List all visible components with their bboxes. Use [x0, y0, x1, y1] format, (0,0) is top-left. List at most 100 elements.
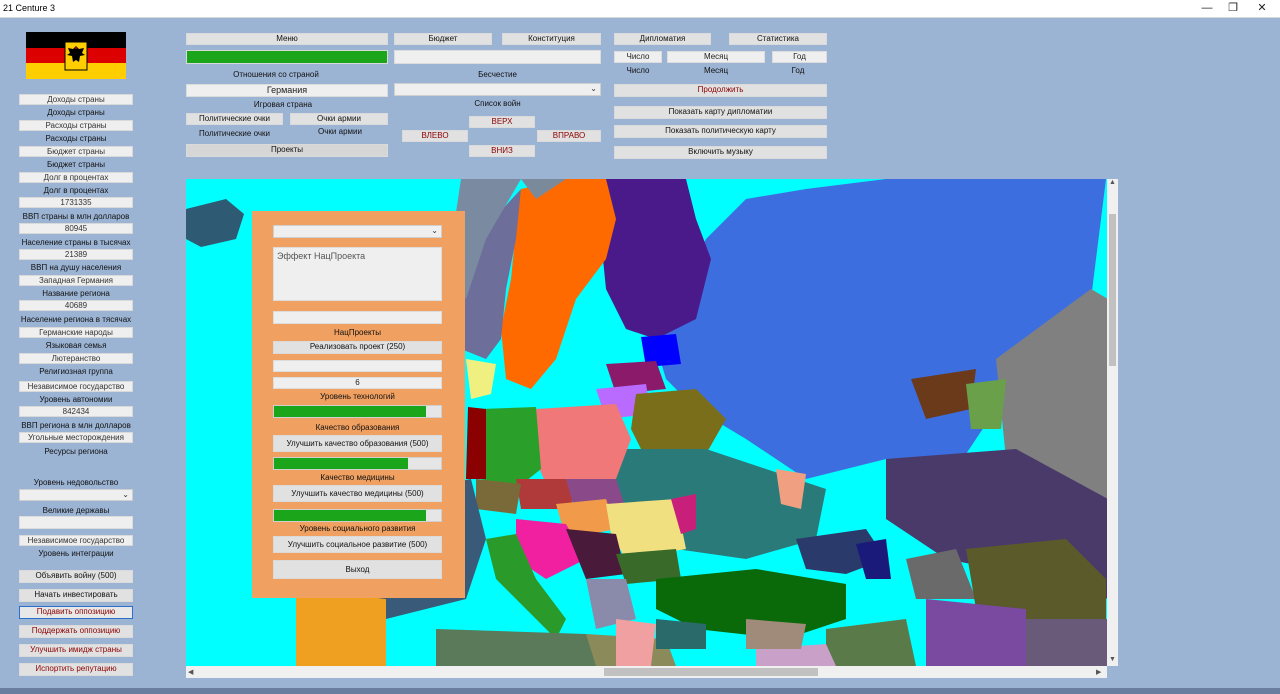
relations-progress-fill [187, 51, 387, 63]
sidebar-value-field[interactable]: 842434 [19, 406, 133, 417]
sidebar-value-field[interactable]: 21389 [19, 249, 133, 260]
minimize-button[interactable]: — [1193, 0, 1221, 18]
budget-button[interactable]: Бюджет [394, 33, 492, 45]
sidebar-value-field[interactable]: Германские народы [19, 327, 133, 338]
diplomacy-button[interactable]: Дипломатия [614, 33, 711, 45]
region-netherlands[interactable] [466, 407, 486, 479]
sidebar-value-field[interactable]: Западная Германия [19, 275, 133, 286]
bottom-strip [0, 688, 1280, 694]
sidebar-label: Языковая семья [45, 341, 107, 350]
region-spain[interactable] [296, 589, 386, 666]
show-diplomacy-map-button[interactable]: Показать карту дипломатии [614, 106, 827, 119]
tech-progress-fill [274, 406, 426, 417]
year-field: Год [772, 51, 827, 63]
tech-level-label: Уровень технологий [320, 392, 395, 401]
improve-medicine-button[interactable]: Улучшить качество медицины (500) [273, 485, 442, 502]
projects-button[interactable]: Проекты [186, 144, 388, 157]
sidebar-label: Религиозная группа [39, 367, 113, 376]
improve-education-button[interactable]: Улучшить качество образования (500) [273, 435, 442, 452]
country-field[interactable]: Германия [186, 84, 388, 97]
integration-level-label: Уровень интеграции [38, 549, 114, 558]
improve-image-button[interactable]: Улучшить имидж страны [19, 644, 133, 657]
player-country-label: Игровая страна [253, 100, 313, 109]
sidebar-label: Ресурсы региона [44, 447, 108, 456]
scroll-down-arrow-icon[interactable]: ▼ [1109, 656, 1116, 663]
region-austria[interactable] [476, 479, 521, 514]
start-investing-button[interactable]: Начать инвестировать [19, 589, 133, 602]
implement-project-button[interactable]: Реализовать проект (250) [273, 341, 442, 354]
sidebar-label: Население страны в тысячах [21, 238, 131, 247]
sidebar-label: ВВП региона в млн долларов [21, 421, 131, 430]
improve-social-button[interactable]: Улучшить социальное развитие (500) [273, 536, 442, 553]
social-progress-bar [273, 509, 442, 522]
lawlessness-label: Бесчестие [478, 70, 517, 79]
sidebar-value-field[interactable]: Долг в процентах [19, 172, 133, 183]
exit-button[interactable]: Выход [273, 560, 442, 579]
scroll-right-arrow-icon[interactable]: ▶ [1096, 668, 1101, 676]
statistics-button[interactable]: Статистика [729, 33, 827, 45]
great-powers-label: Великие державы [42, 506, 110, 515]
region-iran[interactable] [926, 599, 1026, 666]
constitution-button[interactable]: Конституция [502, 33, 601, 45]
great-powers-field [19, 516, 133, 529]
support-opposition-button[interactable]: Поддержать оппозицию [19, 625, 133, 638]
sidebar-value-field[interactable]: Бюджет страны [19, 146, 133, 157]
month-label: Месяц [703, 66, 729, 75]
info-field [394, 50, 601, 64]
sidebar-value-field[interactable]: 80945 [19, 223, 133, 234]
sidebar-label: ВВП страны в млн долларов [22, 212, 130, 221]
continue-button[interactable]: Продолжить [614, 84, 827, 97]
sidebar-value-field[interactable]: 40689 [19, 300, 133, 311]
sidebar-value-field[interactable]: Угольные месторождения [19, 432, 133, 443]
sidebar-label: Уровень автономии [39, 395, 113, 404]
region-afghanistan[interactable] [1026, 619, 1108, 666]
horizontal-scroll-thumb[interactable] [604, 668, 818, 676]
map-vertical-scrollbar[interactable]: ▲ ▼ [1107, 179, 1118, 666]
army-points-label: Очки армии [318, 127, 362, 136]
scroll-up-button[interactable]: ВЕРХ [469, 116, 535, 128]
scroll-up-arrow-icon[interactable]: ▲ [1109, 179, 1116, 186]
relations-label: Отношения со страной [233, 70, 319, 79]
region-green-east[interactable] [966, 379, 1006, 429]
project-effect-field[interactable]: Эффект НацПроекта [273, 247, 442, 301]
suppress-opposition-button[interactable]: Подавить оппозицию [19, 606, 133, 619]
vertical-scroll-thumb[interactable] [1109, 214, 1116, 366]
year-label: Год [791, 66, 805, 75]
sidebar-label: ВВП на душу населения [30, 263, 122, 272]
scroll-down-button[interactable]: ВНИЗ [469, 145, 535, 157]
medicine-progress-bar [273, 457, 442, 470]
independent-state-field: Независимое государство [19, 535, 133, 546]
sidebar-value-field[interactable]: Независимое государство [19, 381, 133, 392]
relations-progress [186, 50, 388, 64]
region-poland[interactable] [531, 404, 631, 484]
sidebar-value-field[interactable]: 1731335 [19, 197, 133, 208]
project-select[interactable]: ⌄ [273, 225, 442, 238]
sidebar-label: Население региона в тясячах [20, 315, 132, 324]
war-list-label: Список войн [474, 99, 521, 108]
social-progress-fill [274, 510, 426, 521]
sidebar-value-field[interactable]: Расходы страны [19, 120, 133, 131]
chevron-down-icon: ⌄ [122, 490, 129, 499]
declare-war-button[interactable]: Объявить войну (500) [19, 570, 133, 583]
tech-level-value: 6 [273, 377, 442, 389]
scroll-right-button[interactable]: ВПРАВО [537, 130, 601, 142]
medicine-progress-fill [274, 458, 408, 469]
medicine-label: Качество медицины [320, 473, 395, 482]
maximize-button[interactable]: ❐ [1219, 0, 1247, 18]
sidebar-label: Бюджет страны [47, 160, 105, 169]
sidebar-combo[interactable]: ⌄ [19, 489, 133, 501]
map-horizontal-scrollbar[interactable]: ◀ ▶ [186, 666, 1107, 678]
scroll-left-arrow-icon[interactable]: ◀ [188, 668, 193, 676]
sidebar-value-field[interactable]: Доходы страны [19, 94, 133, 105]
music-on-button[interactable]: Включить музыку [614, 146, 827, 159]
nat-projects-label: НацПроекты [334, 328, 381, 337]
project-name-field [273, 311, 442, 324]
close-button[interactable]: ✕ [1248, 0, 1276, 18]
menu-button[interactable]: Меню [186, 33, 388, 45]
war-combo[interactable]: ⌄ [394, 83, 601, 96]
day-label: Число [626, 66, 650, 75]
sidebar-value-field[interactable]: Лютеранство [19, 353, 133, 364]
show-political-map-button[interactable]: Показать политическую карту [614, 125, 827, 138]
spoil-reputation-button[interactable]: Испортить репутацию [19, 663, 133, 676]
scroll-left-button[interactable]: ВЛЕВО [402, 130, 468, 142]
